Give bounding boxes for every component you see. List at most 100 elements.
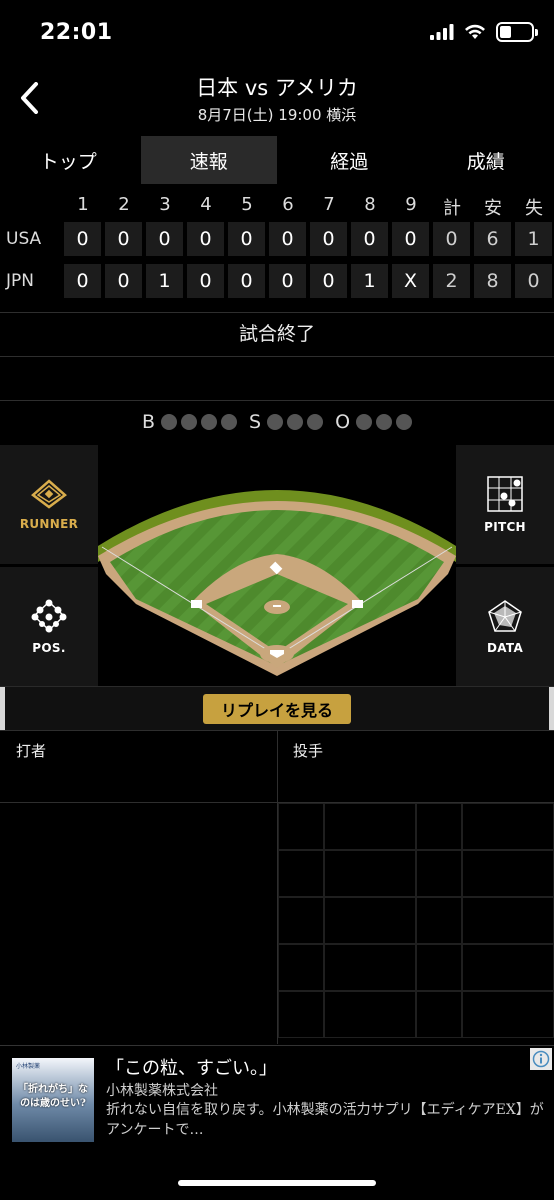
nav-header: 日本 vs アメリカ 8月7日(土) 19:00 横浜 <box>0 66 554 130</box>
scoreboard-column-header: 失 <box>525 198 543 219</box>
ad-info-icon[interactable] <box>530 1048 552 1070</box>
count-strikes: S <box>249 411 324 433</box>
positions-label: POS. <box>32 640 66 655</box>
field-area: RUNNER POS. PITCH DATA <box>0 444 554 686</box>
count-dot <box>181 414 197 430</box>
runner-label: RUNNER <box>19 516 79 531</box>
scoreboard-inning-cell: 0 <box>146 222 183 256</box>
scoreboard-column-header: 7 <box>323 194 335 215</box>
pitch-button[interactable]: PITCH <box>456 444 554 564</box>
pitch-grid-icon <box>487 475 523 512</box>
positions-icon <box>31 599 67 632</box>
ad-image-brand: 小林製薬 <box>16 1063 41 1070</box>
scoreboard-inning-cell: 0 <box>351 222 388 256</box>
tab-stats[interactable]: 成績 <box>418 136 554 184</box>
divider <box>0 400 554 401</box>
positions-button[interactable]: POS. <box>0 566 98 686</box>
scoreboard-team-name: USA <box>6 229 42 249</box>
replay-strip: リプレイを見る <box>0 686 554 731</box>
pitch-grid-cell <box>462 944 554 991</box>
pitch-grid-cell <box>462 850 554 897</box>
info-icon <box>532 1050 550 1068</box>
pitch-grid-cell <box>278 944 324 991</box>
scoreboard-inning-cell: 0 <box>392 222 429 256</box>
data-button[interactable]: DATA <box>456 566 554 686</box>
scoreboard-total-cell: 8 <box>474 264 511 298</box>
runner-button[interactable]: RUNNER <box>0 444 98 564</box>
count-dot <box>201 414 217 430</box>
count-balls-label: B <box>141 411 155 433</box>
scoreboard-inning-cell: 0 <box>187 222 224 256</box>
count-strikes-label: S <box>249 411 262 433</box>
pitch-grid-cell <box>416 991 462 1038</box>
count-dot <box>307 414 324 430</box>
scoreboard-column-header: 8 <box>364 194 376 215</box>
count-dot <box>376 414 393 430</box>
scoreboard-column-header: 3 <box>159 194 171 215</box>
tab-live[interactable]: 速報 <box>140 136 277 184</box>
count-balls: B <box>142 411 237 433</box>
scoreboard-inning-cell: 0 <box>310 264 347 298</box>
battery-level <box>500 26 511 38</box>
scoreboard-inning-cell: 0 <box>269 222 306 256</box>
scoreboard-inning-cell: X <box>392 264 429 298</box>
ad-image[interactable]: 小林製薬 「折れがち」なのは歳のせい? <box>12 1058 94 1142</box>
ad-headline[interactable]: 「この粒、すごい。」 <box>106 1054 277 1080</box>
scoreboard-column-header: 4 <box>200 194 212 215</box>
pitch-grid-cell <box>324 850 416 897</box>
scoreboard-inning-cell: 0 <box>310 222 347 256</box>
scoreboard-inning-cell: 0 <box>105 222 142 256</box>
pitch-grid-cell <box>462 991 554 1038</box>
divider <box>0 312 554 313</box>
scoreboard-column-header: 9 <box>405 194 417 215</box>
scoreboard-total-cell: 6 <box>474 222 511 256</box>
scoreboard-inning-cell: 1 <box>351 264 388 298</box>
pitch-label: PITCH <box>484 519 526 534</box>
scoreboard-inning-cell: 0 <box>64 222 101 256</box>
scoreboard-total-cell: 0 <box>515 264 552 298</box>
ad-image-text: 「折れがち」なのは歳のせい? <box>18 1084 88 1109</box>
count-outs-label: O <box>335 411 351 433</box>
count-dot <box>221 414 237 430</box>
pitch-grid-cell <box>416 850 462 897</box>
count-outs: O <box>335 411 413 433</box>
runner-diamond-icon <box>31 478 67 509</box>
count-dot <box>161 414 177 430</box>
tab-top[interactable]: トップ <box>0 136 137 184</box>
battery-icon <box>496 22 538 42</box>
game-title: 日本 vs アメリカ <box>196 76 358 100</box>
scoreboard-column-header: 1 <box>77 194 89 215</box>
scoreboard-team-name: JPN <box>6 271 34 291</box>
pitch-grid-cell <box>416 944 462 991</box>
ad-banner[interactable]: 小林製薬 「折れがち」なのは歳のせい? 「この粒、すごい。」 小林製薬株式会社 … <box>0 1045 554 1155</box>
scoreboard-inning-cell: 0 <box>187 264 224 298</box>
scoreboard-inning-cell: 1 <box>146 264 183 298</box>
tab-progress[interactable]: 経過 <box>281 136 418 184</box>
replay-edge-left <box>0 687 5 731</box>
count-dot <box>356 414 373 430</box>
pitch-grid-cell <box>416 803 462 850</box>
status-time: 22:01 <box>40 20 113 45</box>
pitch-grid-cell <box>324 944 416 991</box>
game-status: 試合終了 <box>238 323 315 345</box>
replay-button[interactable]: リプレイを見る <box>203 694 351 724</box>
scoreboard-column-header: 6 <box>282 194 294 215</box>
replay-edge-right <box>549 687 554 731</box>
pitch-grid-cell <box>278 803 324 850</box>
pitch-grid-cell <box>278 850 324 897</box>
scoreboard-inning-cell: 0 <box>105 264 142 298</box>
pitch-grid-cell <box>324 897 416 944</box>
wifi-icon <box>465 24 485 39</box>
scoreboard-total-cell: 2 <box>433 264 470 298</box>
pitch-grid-cell <box>324 991 416 1038</box>
scoreboard-inning-cell: 0 <box>228 222 265 256</box>
home-indicator <box>178 1180 376 1186</box>
scoreboard-column-header: 2 <box>118 194 130 215</box>
tab-bar: トップ 速報 経過 成績 <box>0 136 554 184</box>
pitch-grid-cell <box>278 897 324 944</box>
count-dot <box>396 414 413 430</box>
cellular-signal-icon <box>430 24 454 40</box>
count-dot <box>287 414 304 430</box>
scoreboard-column-header: 5 <box>241 194 253 215</box>
scoreboard-total-cell: 1 <box>515 222 552 256</box>
